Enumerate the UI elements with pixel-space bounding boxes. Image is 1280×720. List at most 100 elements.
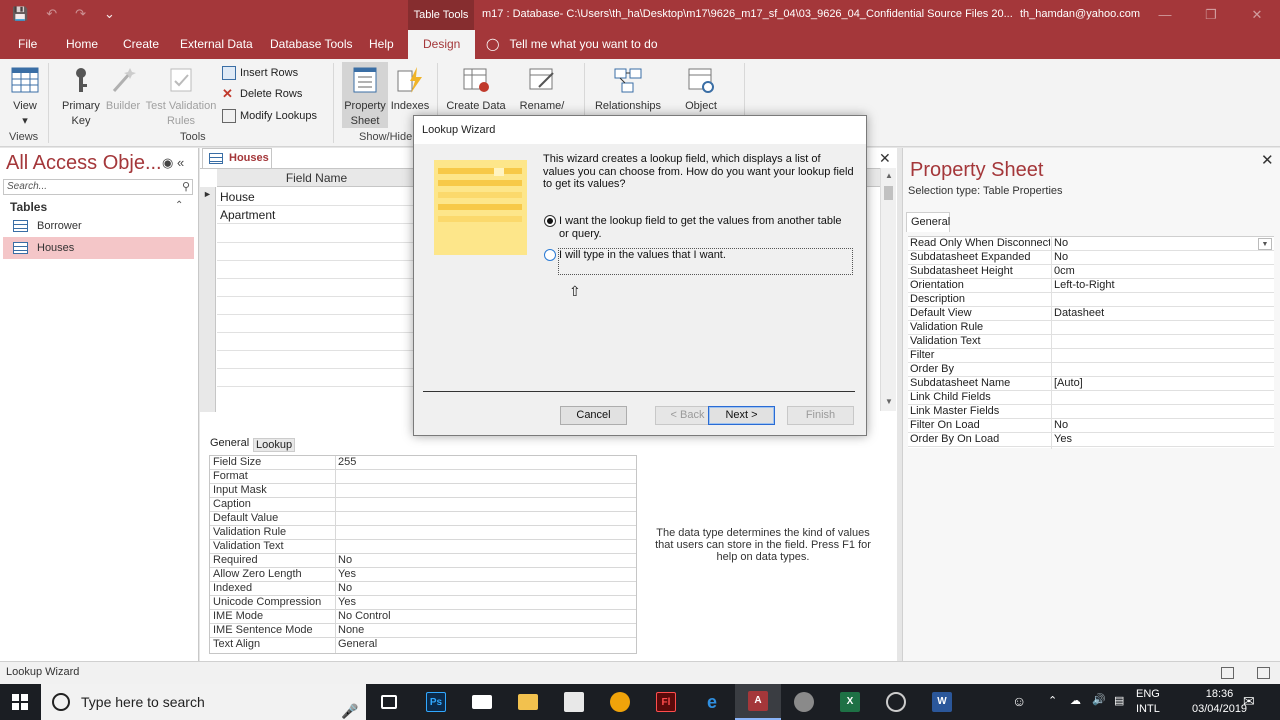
sheet-row[interactable]: Order By On Load Yes [908, 433, 1274, 447]
property-row[interactable]: Unicode Compression Yes [210, 596, 636, 610]
file-explorer-icon[interactable] [505, 684, 551, 720]
property-value[interactable]: 255 [338, 456, 356, 469]
modify-lookups-button[interactable]: Modify Lookups [222, 106, 317, 126]
sheet-value[interactable]: No [1054, 237, 1068, 250]
windows-start-icon[interactable] [12, 694, 28, 710]
photoshop-icon[interactable]: Ps [413, 684, 459, 720]
sheet-row[interactable]: Subdatasheet Expanded No [908, 251, 1274, 265]
property-row[interactable]: Indexed No [210, 582, 636, 596]
tab-external-data[interactable]: External Data [178, 30, 255, 59]
rename-delete-macro-button[interactable]: Rename/ [512, 65, 572, 114]
row-selector-column[interactable]: ► [200, 187, 216, 412]
property-row[interactable]: Default Value [210, 512, 636, 526]
sheet-value[interactable]: No [1054, 251, 1068, 264]
option-lookup-from-table[interactable]: I want the lookup field to get the value… [544, 215, 844, 240]
primary-key-button[interactable]: Primary Key [56, 65, 106, 129]
property-row[interactable]: Validation Rule [210, 526, 636, 540]
sheet-row[interactable]: Read Only When Disconnect No ▼ [908, 237, 1274, 251]
sheet-row[interactable]: Subdatasheet Height 0cm [908, 265, 1274, 279]
create-data-macros-button[interactable]: Create Data [444, 65, 508, 114]
property-row[interactable]: Input Mask [210, 484, 636, 498]
media-player-icon[interactable] [597, 684, 643, 720]
property-row[interactable]: Format [210, 470, 636, 484]
microphone-icon[interactable]: 🎤 [341, 693, 358, 720]
nav-group-tables[interactable]: Tables [10, 200, 47, 214]
sheet-row[interactable]: Validation Rule [908, 321, 1274, 335]
property-value[interactable]: No [338, 554, 352, 567]
nav-item-houses[interactable]: Houses [3, 237, 194, 259]
tell-me-box[interactable]: ◯ Tell me what you want to do [486, 30, 658, 59]
sheet-row[interactable]: Description [908, 293, 1274, 307]
tab-general[interactable]: General [210, 437, 249, 449]
close-document-icon[interactable]: ✕ [879, 150, 891, 167]
nav-search-input[interactable]: Search... ⚲ [3, 179, 193, 195]
sheet-row[interactable]: Orientation Left-to-Right [908, 279, 1274, 293]
property-value[interactable]: Yes [338, 568, 356, 581]
clock-app-icon[interactable] [873, 684, 919, 720]
nav-menu-icon[interactable]: ◉ [162, 155, 173, 170]
builder-button[interactable]: Builder [103, 65, 143, 114]
sheet-row[interactable]: Order By [908, 363, 1274, 377]
tab-lookup[interactable]: Lookup [253, 438, 296, 452]
search-icon[interactable]: ⚲ [182, 180, 190, 193]
sheet-row[interactable]: Link Master Fields [908, 405, 1274, 419]
vertical-scrollbar[interactable]: ▲ ▼ [880, 168, 896, 411]
network-icon[interactable]: ▤ [1114, 694, 1124, 707]
undo-icon[interactable]: ↶ [46, 6, 57, 22]
property-value[interactable]: Yes [338, 596, 356, 609]
close-window-icon[interactable]: ✕ [1234, 0, 1280, 30]
property-row[interactable]: Caption [210, 498, 636, 512]
tab-create[interactable]: Create [121, 30, 161, 59]
collapse-icon[interactable]: ⌃ [175, 200, 183, 211]
relationships-button[interactable]: Relationships [592, 65, 664, 114]
mail-icon[interactable] [459, 684, 505, 720]
property-row[interactable]: Required No [210, 554, 636, 568]
insert-rows-button[interactable]: Insert Rows [222, 63, 298, 83]
field-row[interactable]: Apartment [217, 206, 417, 224]
sheet-row[interactable]: Link Child Fields [908, 391, 1274, 405]
property-value[interactable]: General [338, 638, 377, 651]
nav-item-borrower[interactable]: Borrower [3, 215, 194, 237]
object-dependencies-button[interactable]: Object [676, 65, 726, 114]
shutter-bar-icon[interactable]: « [177, 155, 184, 170]
nav-pane-title[interactable]: All Access Obje... [6, 152, 162, 175]
document-tab-houses[interactable]: Houses [202, 148, 272, 168]
sheet-value[interactable]: Datasheet [1054, 307, 1104, 320]
excel-icon[interactable]: X [827, 684, 873, 720]
datasheet-view-small-icon[interactable] [1221, 667, 1234, 679]
dropdown-arrow-icon[interactable]: ▼ [1258, 238, 1272, 250]
restore-icon[interactable]: ❐ [1188, 0, 1234, 30]
scroll-down-icon[interactable]: ▼ [885, 397, 893, 406]
sheet-value[interactable]: Left-to-Right [1054, 279, 1115, 292]
paint-icon[interactable] [781, 684, 827, 720]
cancel-button[interactable]: Cancel [560, 406, 627, 425]
taskbar-search-box[interactable]: Type here to search 🎤 [41, 684, 366, 720]
property-row[interactable]: Text Align General [210, 638, 636, 652]
volume-icon[interactable]: 🔊 [1092, 693, 1106, 706]
sheet-row[interactable]: Filter [908, 349, 1274, 363]
sheet-row[interactable]: Subdatasheet Name [Auto] [908, 377, 1274, 391]
task-view-icon[interactable] [366, 684, 412, 720]
sheet-value[interactable]: No [1054, 419, 1068, 432]
delete-rows-button[interactable]: ✕ Delete Rows [222, 84, 302, 104]
property-row[interactable]: Validation Text [210, 540, 636, 554]
edge-icon[interactable]: e [689, 684, 735, 720]
tab-file[interactable]: File [16, 30, 39, 59]
people-icon[interactable]: ☺ [1012, 693, 1026, 709]
input-language-indicator[interactable]: ENG INTL [1136, 687, 1160, 717]
tab-database-tools[interactable]: Database Tools [268, 30, 355, 59]
show-hidden-icons-icon[interactable]: ⌃ [1048, 694, 1057, 707]
sheet-value[interactable]: 0cm [1054, 265, 1075, 278]
property-sheet-button[interactable]: Property Sheet [342, 62, 388, 128]
sheet-value[interactable]: [Auto] [1054, 377, 1083, 390]
flash-icon[interactable]: Fl [643, 684, 689, 720]
property-sheet-tab-general[interactable]: General [906, 212, 950, 232]
redo-icon[interactable]: ↷ [75, 6, 86, 22]
close-property-sheet-icon[interactable]: ✕ [1261, 151, 1274, 169]
sheet-value[interactable]: Yes [1054, 433, 1072, 446]
finish-button[interactable]: Finish [787, 406, 854, 425]
word-icon[interactable]: W [919, 684, 965, 720]
sheet-row[interactable]: Validation Text [908, 335, 1274, 349]
field-row[interactable]: House [217, 188, 417, 206]
system-clock[interactable]: 18:36 03/04/2019 [1192, 687, 1247, 717]
